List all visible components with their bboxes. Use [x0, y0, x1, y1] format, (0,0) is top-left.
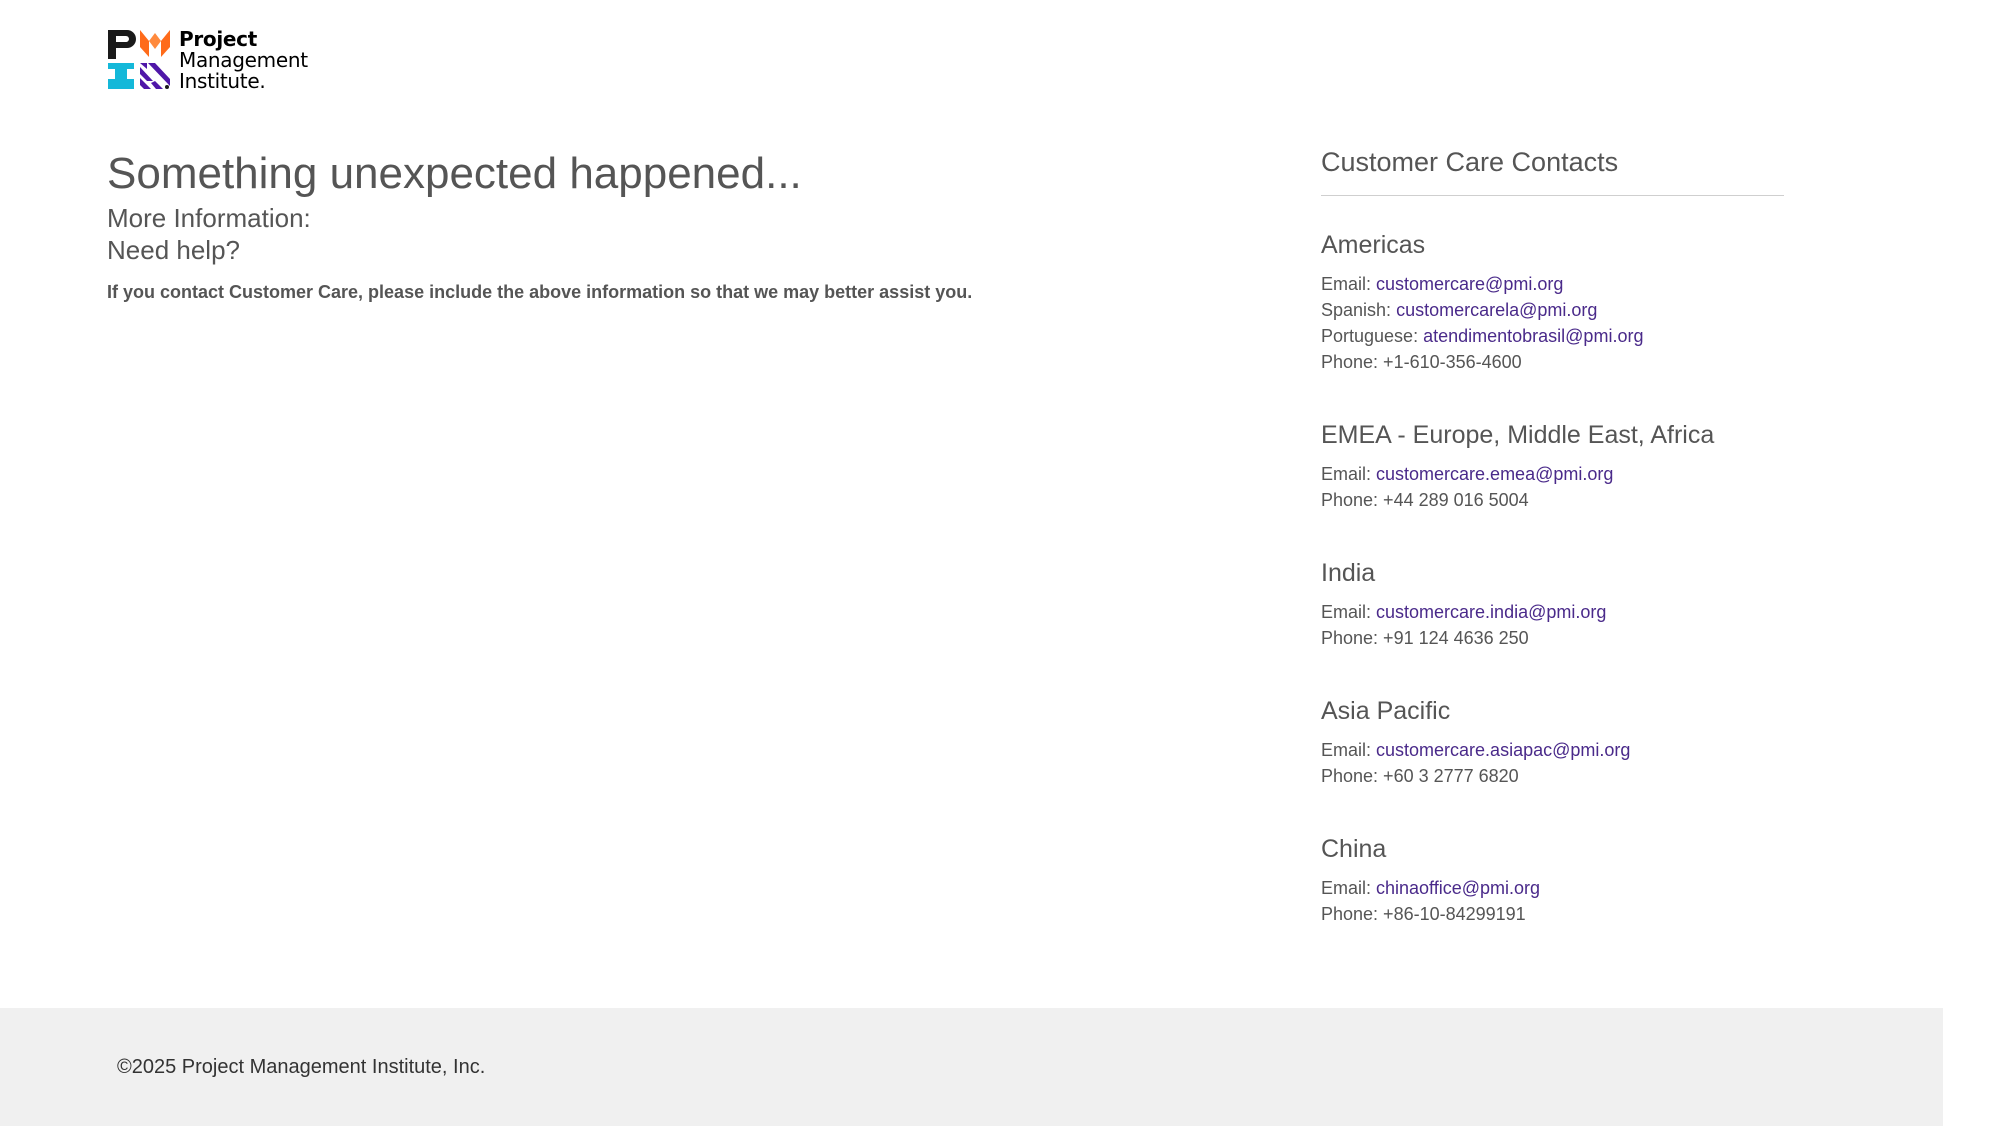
- region-name: EMEA - Europe, Middle East, Africa: [1321, 421, 1715, 449]
- phone-line: Phone: +60 3 2777 6820: [1321, 766, 1519, 786]
- contact-line: Portuguese: atendimentobrasil@pmi.org: [1321, 323, 1784, 349]
- more-information-heading: More Information:: [107, 203, 311, 233]
- contact-label: Spanish:: [1321, 300, 1397, 320]
- region-name: Asia Pacific: [1321, 697, 1451, 725]
- email-link[interactable]: chinaoffice@pmi.org: [1376, 878, 1540, 898]
- email-link[interactable]: customercarela@pmi.org: [1396, 300, 1597, 320]
- phone-line: Phone: +1-610-356-4600: [1321, 352, 1522, 372]
- contact-line: Email: customercare.india@pmi.org: [1321, 599, 1784, 625]
- copyright-text: ©2025 Project Management Institute, Inc.: [117, 1056, 486, 1078]
- contact-label: Email:: [1321, 602, 1377, 622]
- page-title: Something unexpected happened...: [107, 149, 802, 198]
- phone-line: Phone: +44 289 016 5004: [1321, 490, 1529, 510]
- logo-line-2: Management: [179, 48, 308, 72]
- contact-line: Email: customercare.asiapac@pmi.org: [1321, 737, 1784, 763]
- contacts-heading: Customer Care Contacts: [1321, 147, 1619, 177]
- region-americas: Americas Email: customercare@pmi.org Spa…: [1321, 229, 1784, 375]
- customer-care-contacts: Customer Care Contacts Americas Email: c…: [1321, 144, 1784, 927]
- help-note: If you contact Customer Care, please inc…: [107, 282, 973, 302]
- contacts-divider: [1321, 195, 1784, 196]
- phone-line: Phone: +86-10-84299191: [1321, 904, 1526, 924]
- region-asia-pacific: Asia Pacific Email: customercare.asiapac…: [1321, 695, 1784, 789]
- email-link[interactable]: atendimentobrasil@pmi.org: [1423, 326, 1643, 346]
- phone-line: Phone: +91 124 4636 250: [1321, 628, 1529, 648]
- contact-label: Portuguese:: [1321, 326, 1424, 346]
- pmi-logo-icon: [108, 30, 170, 89]
- contact-line: Email: customercare@pmi.org: [1321, 271, 1784, 297]
- contact-label: Email:: [1321, 274, 1377, 294]
- logo-wordmark: Project Management Institute.: [179, 29, 308, 92]
- need-help-heading: Need help?: [107, 235, 240, 265]
- pmi-logo[interactable]: Project Management Institute.: [107, 29, 308, 92]
- region-india: India Email: customercare.india@pmi.org …: [1321, 557, 1784, 651]
- error-content: Something unexpected happened... More In…: [107, 146, 1207, 303]
- region-name: Americas: [1321, 231, 1426, 259]
- region-name: India: [1321, 559, 1376, 587]
- email-link[interactable]: customercare@pmi.org: [1376, 274, 1563, 294]
- email-link[interactable]: customercare.asiapac@pmi.org: [1376, 740, 1630, 760]
- region-name: China: [1321, 835, 1387, 863]
- logo-line-3: Institute.: [179, 69, 266, 93]
- contact-label: Email:: [1321, 464, 1377, 484]
- region-china: China Email: chinaoffice@pmi.org Phone: …: [1321, 833, 1784, 927]
- region-emea: EMEA - Europe, Middle East, Africa Email…: [1321, 419, 1784, 513]
- contact-label: Email:: [1321, 740, 1377, 760]
- contact-line: Email: chinaoffice@pmi.org: [1321, 875, 1784, 901]
- logo-line-1: Project: [179, 27, 257, 51]
- contact-line: Email: customercare.emea@pmi.org: [1321, 461, 1784, 487]
- contact-line: Spanish: customercarela@pmi.org: [1321, 297, 1784, 323]
- footer: ©2025 Project Management Institute, Inc.: [0, 1008, 1943, 1126]
- email-link[interactable]: customercare.india@pmi.org: [1376, 602, 1606, 622]
- email-link[interactable]: customercare.emea@pmi.org: [1376, 464, 1613, 484]
- contact-label: Email:: [1321, 878, 1377, 898]
